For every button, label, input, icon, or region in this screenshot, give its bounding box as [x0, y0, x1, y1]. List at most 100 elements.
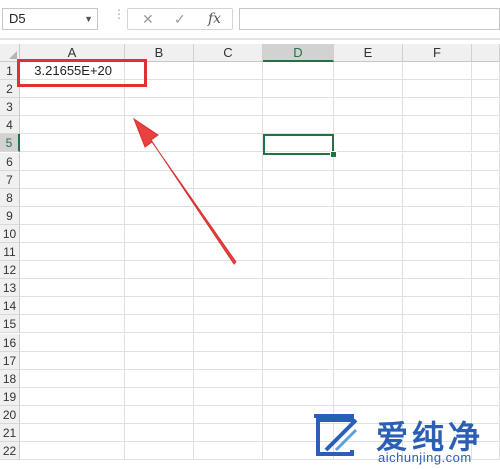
cell-b8[interactable] [125, 189, 194, 207]
cell-d17[interactable] [263, 352, 334, 370]
cell-g13[interactable] [472, 279, 500, 297]
cell-f10[interactable] [403, 225, 472, 243]
cell-g16[interactable] [472, 334, 500, 352]
cell-b22[interactable] [125, 442, 194, 460]
cell-e3[interactable] [334, 98, 403, 116]
cell-b17[interactable] [125, 352, 194, 370]
cell-g10[interactable] [472, 225, 500, 243]
row-header-18[interactable]: 18 [0, 370, 20, 388]
cell-d16[interactable] [263, 334, 334, 352]
cell-a6[interactable] [20, 153, 125, 171]
cell-d7[interactable] [263, 171, 334, 189]
column-header-c[interactable]: C [194, 44, 263, 62]
column-header-f[interactable]: F [403, 44, 472, 62]
cell-g14[interactable] [472, 297, 500, 315]
column-header-overflow[interactable] [472, 44, 500, 62]
row-header-5[interactable]: 5 [0, 134, 20, 152]
cell-f12[interactable] [403, 261, 472, 279]
cell-b3[interactable] [125, 98, 194, 116]
cell-g6[interactable] [472, 153, 500, 171]
row-header-8[interactable]: 8 [0, 189, 20, 207]
cell-e4[interactable] [334, 116, 403, 134]
cell-b13[interactable] [125, 279, 194, 297]
cell-b19[interactable] [125, 388, 194, 406]
chevron-down-icon[interactable]: ▼ [84, 9, 93, 29]
row-header-3[interactable]: 3 [0, 98, 20, 116]
cell-c18[interactable] [194, 370, 263, 388]
cell-b4[interactable] [125, 116, 194, 134]
cell-a8[interactable] [20, 189, 125, 207]
cell-e9[interactable] [334, 207, 403, 225]
cell-f11[interactable] [403, 243, 472, 261]
cell-e15[interactable] [334, 315, 403, 333]
fill-handle[interactable] [330, 151, 337, 158]
cell-c10[interactable] [194, 225, 263, 243]
cell-b15[interactable] [125, 315, 194, 333]
cell-c13[interactable] [194, 279, 263, 297]
cell-e7[interactable] [334, 171, 403, 189]
row-header-9[interactable]: 9 [0, 207, 20, 225]
cell-a5[interactable] [20, 134, 125, 152]
cell-g19[interactable] [472, 388, 500, 406]
cell-a3[interactable] [20, 98, 125, 116]
cell-f3[interactable] [403, 98, 472, 116]
cell-c7[interactable] [194, 171, 263, 189]
cell-e1[interactable] [334, 62, 403, 80]
cell-d10[interactable] [263, 225, 334, 243]
cell-a22[interactable] [20, 442, 125, 460]
cell-d1[interactable] [263, 62, 334, 80]
row-header-4[interactable]: 4 [0, 116, 20, 134]
cell-c9[interactable] [194, 207, 263, 225]
column-header-e[interactable]: E [334, 44, 403, 62]
row-header-21[interactable]: 21 [0, 424, 20, 442]
cell-e6[interactable] [334, 153, 403, 171]
cell-a18[interactable] [20, 370, 125, 388]
cell-f9[interactable] [403, 207, 472, 225]
cell-b10[interactable] [125, 225, 194, 243]
row-header-7[interactable]: 7 [0, 171, 20, 189]
cell-c6[interactable] [194, 153, 263, 171]
cell-b5[interactable] [125, 134, 194, 152]
row-header-10[interactable]: 10 [0, 225, 20, 243]
row-header-6[interactable]: 6 [0, 153, 20, 171]
cell-c22[interactable] [194, 442, 263, 460]
insert-function-icon[interactable]: fx [208, 11, 221, 27]
cell-f6[interactable] [403, 153, 472, 171]
cancel-icon[interactable]: ✕ [142, 11, 154, 28]
cell-a20[interactable] [20, 406, 125, 424]
cell-f2[interactable] [403, 80, 472, 98]
cell-c21[interactable] [194, 424, 263, 442]
cell-d19[interactable] [263, 388, 334, 406]
formula-input[interactable] [239, 8, 500, 30]
cell-c16[interactable] [194, 334, 263, 352]
cell-c8[interactable] [194, 189, 263, 207]
cell-c1[interactable] [194, 62, 263, 80]
cell-a10[interactable] [20, 225, 125, 243]
cell-d4[interactable] [263, 116, 334, 134]
cell-a14[interactable] [20, 297, 125, 315]
row-header-11[interactable]: 11 [0, 243, 20, 261]
cell-d13[interactable] [263, 279, 334, 297]
cell-b18[interactable] [125, 370, 194, 388]
cell-a12[interactable] [20, 261, 125, 279]
cell-b6[interactable] [125, 153, 194, 171]
row-header-20[interactable]: 20 [0, 406, 20, 424]
cell-d14[interactable] [263, 297, 334, 315]
row-header-16[interactable]: 16 [0, 334, 20, 352]
cell-b16[interactable] [125, 334, 194, 352]
cell-a4[interactable] [20, 116, 125, 134]
cell-g9[interactable] [472, 207, 500, 225]
cell-c4[interactable] [194, 116, 263, 134]
cell-g18[interactable] [472, 370, 500, 388]
cell-g7[interactable] [472, 171, 500, 189]
row-header-19[interactable]: 19 [0, 388, 20, 406]
cell-c15[interactable] [194, 315, 263, 333]
cell-g2[interactable] [472, 80, 500, 98]
cell-b14[interactable] [125, 297, 194, 315]
cell-g17[interactable] [472, 352, 500, 370]
cell-c19[interactable] [194, 388, 263, 406]
cell-g3[interactable] [472, 98, 500, 116]
cell-b21[interactable] [125, 424, 194, 442]
cell-a21[interactable] [20, 424, 125, 442]
cell-d11[interactable] [263, 243, 334, 261]
